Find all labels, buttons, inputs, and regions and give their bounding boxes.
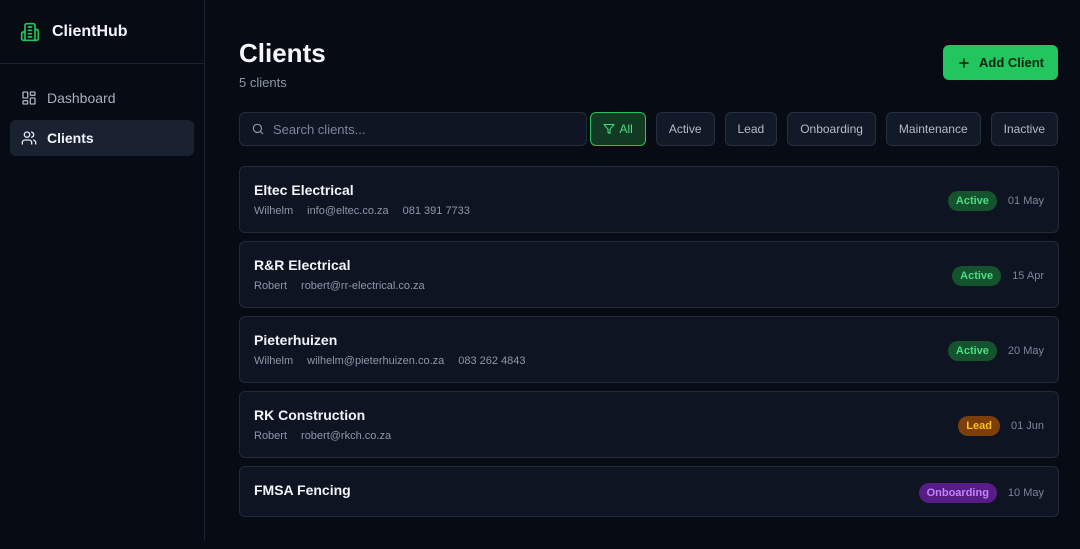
client-contact: Wilhelm bbox=[254, 355, 294, 367]
sidebar-item-label: Clients bbox=[47, 130, 94, 146]
grid-icon bbox=[21, 90, 37, 106]
client-name: Pieterhuizen bbox=[254, 332, 338, 348]
status-badge: Lead bbox=[958, 415, 1000, 436]
client-status-area: Lead 01 Jun bbox=[958, 392, 1044, 459]
sidebar: ClientHub Dashboard Clients bbox=[0, 0, 205, 541]
client-contact: Robert bbox=[254, 280, 288, 292]
sidebar-item-clients[interactable]: Clients bbox=[10, 120, 194, 156]
filter-icon bbox=[603, 123, 615, 135]
search-icon bbox=[251, 122, 265, 136]
client-card[interactable]: Eltec Electrical Wilhelm info@eltec.co.z… bbox=[239, 166, 1059, 233]
client-email: info@eltec.co.za bbox=[307, 205, 389, 217]
status-badge: Active bbox=[952, 265, 1002, 286]
client-card[interactable]: FMSA Fencing Onboarding 10 May bbox=[239, 466, 1059, 517]
brand-name: ClientHub bbox=[52, 22, 128, 40]
client-date: 20 May bbox=[1007, 344, 1044, 357]
status-badge: Active bbox=[947, 340, 997, 361]
search-box[interactable] bbox=[239, 112, 587, 146]
client-date: 01 May bbox=[1007, 194, 1044, 207]
client-name: RK Construction bbox=[254, 407, 366, 423]
client-date: 15 Apr bbox=[1012, 269, 1044, 282]
client-phone: 081 391 7733 bbox=[402, 205, 470, 217]
client-email: robert@rr-electrical.co.za bbox=[301, 280, 425, 292]
client-list: Eltec Electrical Wilhelm info@eltec.co.z… bbox=[239, 166, 1059, 525]
client-name: R&R Electrical bbox=[254, 257, 351, 273]
client-contact: Robert bbox=[254, 430, 288, 442]
status-badge: Active bbox=[947, 190, 997, 211]
filter-active[interactable]: Active bbox=[655, 112, 715, 146]
client-meta: Robert robert@rr-electrical.co.za bbox=[254, 280, 425, 292]
filter-label: All bbox=[619, 122, 633, 136]
client-status-area: Active 15 Apr bbox=[952, 242, 1044, 309]
client-meta: Wilhelm wilhelm@pieterhuizen.co.za 083 2… bbox=[254, 355, 526, 367]
add-client-label: Add Client bbox=[979, 55, 1044, 70]
plus-icon bbox=[957, 56, 971, 70]
sidebar-item-dashboard[interactable]: Dashboard bbox=[10, 80, 194, 116]
brand[interactable]: ClientHub bbox=[0, 0, 204, 64]
client-date: 10 May bbox=[1007, 486, 1044, 499]
client-card[interactable]: R&R Electrical Robert robert@rr-electric… bbox=[239, 241, 1059, 308]
building-icon bbox=[20, 22, 40, 42]
client-email: wilhelm@pieterhuizen.co.za bbox=[307, 355, 445, 367]
filter-lead[interactable]: Lead bbox=[724, 112, 778, 146]
client-contact: Wilhelm bbox=[254, 205, 294, 217]
filter-all[interactable]: All bbox=[590, 112, 646, 146]
filter-inactive[interactable]: Inactive bbox=[990, 112, 1058, 146]
client-card[interactable]: RK Construction Robert robert@rkch.co.za… bbox=[239, 391, 1059, 458]
client-name: Eltec Electrical bbox=[254, 182, 354, 198]
client-date: 01 Jun bbox=[1010, 419, 1044, 432]
add-client-button[interactable]: Add Client bbox=[943, 45, 1058, 80]
client-card[interactable]: Pieterhuizen Wilhelm wilhelm@pieterhuize… bbox=[239, 316, 1059, 383]
filter-maintenance[interactable]: Maintenance bbox=[885, 112, 981, 146]
client-status-area: Active 20 May bbox=[947, 317, 1044, 384]
sidebar-nav: Dashboard Clients bbox=[0, 64, 204, 176]
filter-onboarding[interactable]: Onboarding bbox=[787, 112, 876, 146]
page-title: Clients bbox=[239, 38, 326, 68]
client-status-area: Active 01 May bbox=[947, 167, 1044, 234]
status-badge: Onboarding bbox=[918, 482, 997, 503]
client-phone: 083 262 4843 bbox=[458, 355, 526, 367]
status-filters: All Active Lead Onboarding Maintenance I… bbox=[590, 112, 1058, 146]
client-name: FMSA Fencing bbox=[254, 482, 351, 498]
client-count: 5 clients bbox=[239, 75, 287, 90]
users-icon bbox=[21, 130, 37, 146]
client-meta: Robert robert@rkch.co.za bbox=[254, 430, 391, 442]
client-status-area: Onboarding 10 May bbox=[918, 467, 1044, 518]
client-email: robert@rkch.co.za bbox=[301, 430, 392, 442]
sidebar-item-label: Dashboard bbox=[47, 90, 116, 106]
search-input[interactable] bbox=[273, 121, 573, 137]
client-meta: Wilhelm info@eltec.co.za 081 391 7733 bbox=[254, 205, 470, 217]
